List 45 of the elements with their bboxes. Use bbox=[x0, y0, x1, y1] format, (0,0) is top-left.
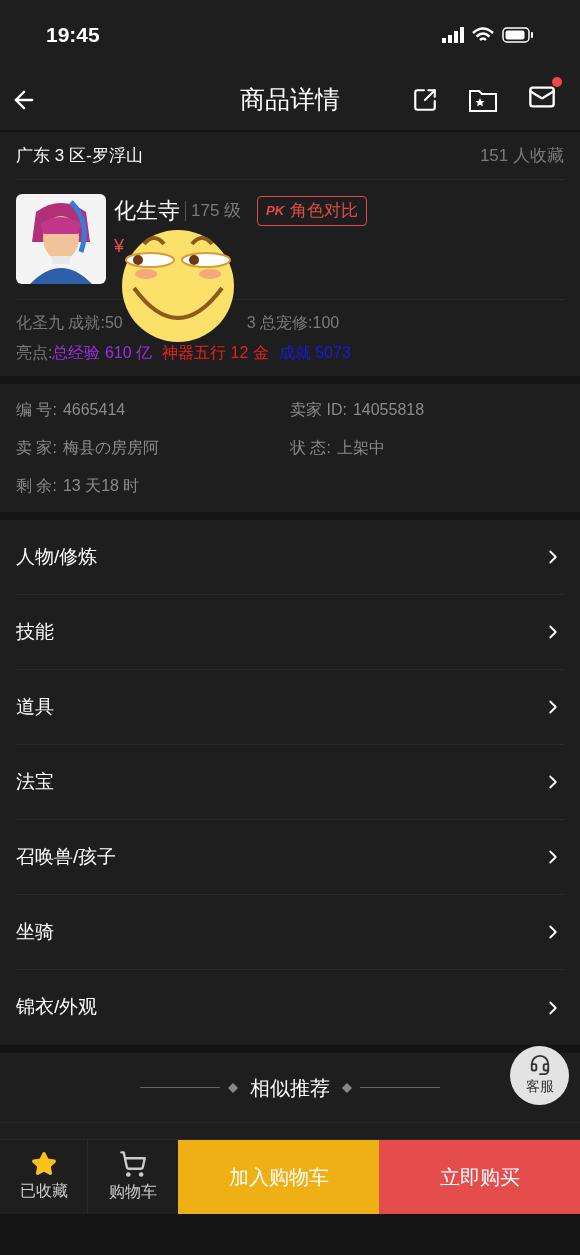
highlight-tag: 神器五行 12 金 bbox=[162, 341, 269, 365]
headset-icon bbox=[528, 1054, 551, 1076]
info-value: 4665414 bbox=[62, 400, 126, 420]
status-time: 19:45 bbox=[46, 22, 100, 49]
menu-item[interactable]: 人物/修炼 bbox=[16, 520, 564, 595]
menu-item[interactable]: 道具 bbox=[16, 670, 564, 745]
menu-item[interactable]: 召唤兽/孩子 bbox=[16, 820, 564, 895]
info-label: 剩 余: bbox=[16, 476, 57, 496]
diamond-icon bbox=[342, 1082, 352, 1093]
info-value: 上架中 bbox=[336, 438, 385, 458]
folder-star-button[interactable] bbox=[468, 87, 498, 113]
info-label: 编 号: bbox=[16, 400, 57, 420]
diamond-icon bbox=[228, 1082, 238, 1093]
cart-icon bbox=[119, 1150, 147, 1178]
battery-icon bbox=[502, 27, 534, 43]
cart-button[interactable]: 购物车 bbox=[88, 1140, 178, 1214]
highlights-label: 亮点: bbox=[16, 343, 53, 363]
highlight-tag: 成就 5073 bbox=[278, 341, 351, 365]
price: ¥ bbox=[114, 235, 125, 258]
info-label: 卖 家: bbox=[16, 438, 57, 458]
info-label: 卖家 ID: bbox=[290, 400, 347, 420]
menu-item[interactable]: 坐骑 bbox=[16, 895, 564, 970]
compare-button[interactable]: PK 角色对比 bbox=[257, 195, 368, 226]
info-value: 14055818 bbox=[352, 400, 425, 420]
highlight-tag: 总经验 610 亿 bbox=[52, 341, 153, 365]
role-level: 175 级 bbox=[191, 199, 242, 222]
favorite-button[interactable]: 已收藏 bbox=[0, 1140, 88, 1214]
stats-text: 化圣九 成就:50 bbox=[16, 313, 123, 333]
info-label: 状 态: bbox=[290, 438, 331, 458]
star-icon bbox=[30, 1151, 57, 1177]
info-value: 13 天18 时 bbox=[62, 476, 140, 496]
menu-item[interactable]: 法宝 bbox=[16, 745, 564, 820]
share-button[interactable] bbox=[412, 87, 438, 113]
favorites-count: 151 人收藏 bbox=[479, 144, 564, 167]
wifi-icon bbox=[472, 27, 494, 43]
buy-now-button[interactable]: 立即购买 bbox=[379, 1140, 580, 1214]
menu-item[interactable]: 技能 bbox=[16, 595, 564, 670]
section-title: 相似推荐 bbox=[249, 1075, 331, 1101]
info-value: 梅县の房房阿 bbox=[62, 438, 159, 458]
stats-text: 3 总宠修:100 bbox=[246, 313, 340, 333]
school-name: 化生寺 bbox=[114, 197, 180, 225]
menu-item[interactable]: 锦衣/外观 bbox=[16, 970, 564, 1045]
page-title: 商品详情 bbox=[240, 84, 340, 116]
server-name: 广东 3 区-罗浮山 bbox=[16, 144, 143, 167]
signal-icon bbox=[442, 27, 464, 43]
